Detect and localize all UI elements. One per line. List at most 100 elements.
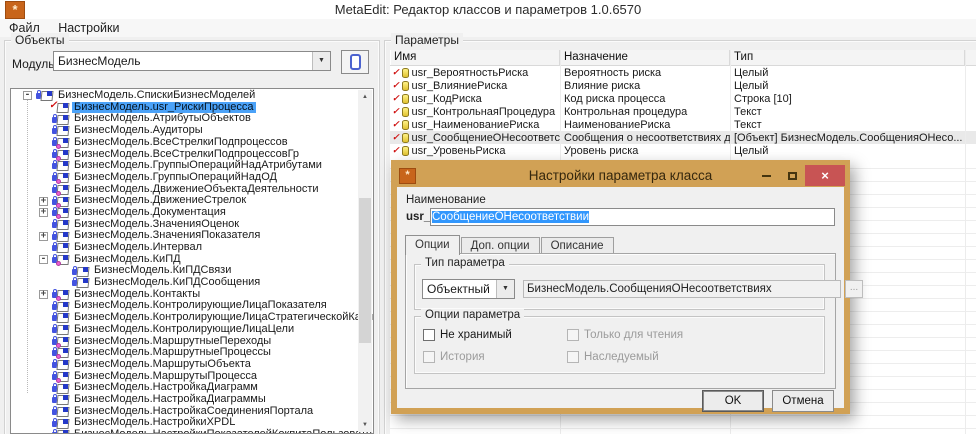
param-name: usr_УровеньРиска	[412, 145, 506, 157]
header-purpose[interactable]: Назначение	[560, 50, 730, 65]
tree-item[interactable]: ✓ БизнесМодель.МаршрутыОбъекта	[11, 359, 358, 371]
scrollbar-thumb[interactable]	[359, 198, 371, 343]
class-icon: ✓	[52, 231, 68, 242]
name-label: Наименование	[406, 194, 486, 206]
badge-icon	[63, 384, 68, 389]
tree-item[interactable]: ✓ БизнесМодель.КонтролирующиеЛицаЦели	[11, 324, 358, 336]
tree-expander-toggle[interactable]: -	[39, 255, 48, 264]
tree-expander-toggle[interactable]: +	[39, 208, 48, 217]
table-row[interactable]: ✓ usr_СообщениеОНесоответствии Сообщения…	[390, 131, 976, 144]
parameter-icon	[402, 120, 409, 130]
parameter-icon	[402, 68, 409, 78]
tab-extra-options[interactable]: Доп. опции	[461, 237, 540, 254]
tree-item-label: БизнесМодель.ГруппыОперацийНадАтрибутами	[72, 160, 324, 172]
tree-scrollbar[interactable]: ▲ ▼	[358, 90, 372, 432]
param-name: usr_СообщениеОНесоответствии	[412, 132, 560, 144]
tree-item-label: БизнесМодель.НастройкаДиаграммы	[72, 394, 268, 406]
tree-item-label: БизнесМодель.Документация	[72, 207, 228, 219]
class-icon: ✓	[52, 418, 68, 429]
table-row[interactable]: ✓ usr_КодРиска Код риска процесса Строка…	[390, 92, 976, 105]
tree-expander-toggle[interactable]: -	[23, 91, 32, 100]
tree-expander-toggle[interactable]: +	[39, 232, 48, 241]
tree-item-label: БизнесМодель.КонтролирующиеЛицаСтратегич…	[72, 312, 374, 324]
dropdown-arrow-icon[interactable]: ▼	[496, 280, 514, 298]
tab-options[interactable]: Опции	[405, 235, 460, 255]
header-type[interactable]: Тип	[730, 50, 965, 65]
badge-icon	[63, 185, 68, 190]
tree-item-label: БизнесМодель.ВсеСтрелкиПодпроцессов	[72, 137, 290, 149]
class-icon: ✓	[52, 184, 68, 195]
param-type: Строка [10]	[730, 93, 965, 105]
tree-item[interactable]: - ✓ БизнесМодель.СпискиБизнесМоделей	[11, 90, 358, 102]
badge-icon	[63, 197, 68, 202]
tree-expander-toggle[interactable]: +	[39, 290, 48, 299]
badge-icon	[47, 91, 52, 96]
tree-item[interactable]: ✓ БизнесМодель.ГруппыОперацийНадОД	[11, 172, 358, 184]
minimize-button[interactable]	[753, 165, 779, 186]
module-combobox[interactable]: БизнесМодель ▼	[53, 51, 331, 71]
tree-item[interactable]: ✓ БизнесМодель.КонтролирующиеЛицаСтратег…	[11, 312, 358, 324]
class-icon: ✓	[52, 160, 68, 171]
tree-item[interactable]: ✓ БизнесМодель.ВсеСтрелкиПодпроцессов	[11, 137, 358, 149]
class-icon: ✓	[52, 196, 68, 207]
param-purpose: Уровень риска	[560, 145, 730, 157]
tree-item-label: БизнесМодель.КонтролирующиеЛицаЦели	[72, 324, 296, 336]
tree-item[interactable]: + ✓ БизнесМодель.Документация	[11, 207, 358, 219]
table-row[interactable]: ✓ usr_КонтрольнаяПроцедура Контрольная п…	[390, 105, 976, 118]
class-icon: ✓	[72, 266, 88, 277]
tree-item-label: БизнесМодель.МаршрутыОбъекта	[72, 359, 253, 371]
tree-item[interactable]: ✓ БизнесМодель.Аудиторы	[11, 125, 358, 137]
tree-item[interactable]: ✓ БизнесМодель.НастройкиПоказателейКокпи…	[11, 429, 358, 434]
scroll-up-button[interactable]: ▲	[358, 90, 372, 104]
table-row[interactable]: ✓ usr_ВероятностьРиска Вероятность риска…	[390, 66, 976, 79]
checkbox-icon[interactable]	[423, 329, 435, 341]
badge-icon	[63, 115, 68, 120]
module-value: БизнесМодель	[54, 52, 312, 70]
badge-icon	[63, 161, 68, 166]
param-name: usr_КонтрольнаяПроцедура	[412, 106, 556, 118]
parameter-icon	[402, 146, 409, 156]
cancel-button[interactable]: Отмена	[772, 390, 834, 412]
dialog-tabs: Опции Доп. опции Описание	[405, 235, 836, 254]
module-list-button[interactable]	[341, 50, 369, 74]
badge-icon	[63, 126, 68, 131]
name-input-selected-text: СообщениеОНесоответствии	[432, 211, 589, 223]
tab-description[interactable]: Описание	[541, 237, 614, 254]
name-input[interactable]: СообщениеОНесоответствии	[430, 208, 835, 226]
window-titlebar: * MetaEdit: Редактор классов и параметро…	[0, 0, 976, 19]
scroll-down-button[interactable]: ▼	[358, 418, 372, 432]
checkbox-history: История	[423, 351, 485, 363]
class-icon: ✓	[52, 347, 68, 358]
dialog-titlebar[interactable]: * Настройки параметра класса ×	[396, 165, 845, 187]
type-reference-field: БизнесМодель.СообщенияОНесоответствиях	[523, 280, 841, 298]
header-name[interactable]: Имя	[390, 50, 560, 65]
checkbox-icon	[567, 329, 579, 341]
type-combobox[interactable]: Объектный ▼	[422, 279, 515, 299]
class-icon: ✓	[52, 429, 68, 434]
tree-expander-toggle[interactable]: +	[39, 197, 48, 206]
checkbox-not-stored[interactable]: Не хранимый	[423, 329, 512, 341]
check-icon: ✓	[49, 100, 57, 111]
tree-item[interactable]: ✓ БизнесМодель.Интервал	[11, 242, 358, 254]
modified-check-icon: ✓	[392, 93, 400, 104]
tree-item[interactable]: ✓ БизнесМодель.КиПДСообщения	[11, 277, 358, 289]
ok-button[interactable]: OK	[702, 390, 764, 412]
checkbox-label: Только для чтения	[584, 329, 683, 341]
checkbox-label: Не хранимый	[440, 329, 512, 341]
table-body: ✓ usr_ВероятностьРиска Вероятность риска…	[390, 66, 976, 157]
param-purpose: Контрольная процедура	[560, 106, 730, 118]
table-row[interactable]: ✓ usr_ВлияниеРиска Влияние риска Целый	[390, 79, 976, 92]
class-icon: ✓	[52, 324, 68, 335]
tree-item[interactable]: ✓ БизнесМодель.НастройкаДиаграммы	[11, 394, 358, 406]
table-row[interactable]: ✓ usr_НаименованиеРиска НаименованиеРиск…	[390, 118, 976, 131]
options-tab-page: Тип параметра Объектный ▼ БизнесМодель.С…	[405, 253, 836, 389]
class-icon: ✓	[52, 125, 68, 136]
close-button[interactable]: ×	[805, 165, 845, 186]
column-divider	[965, 50, 966, 434]
class-icon: ✓	[52, 114, 68, 125]
dropdown-arrow-icon[interactable]: ▼	[312, 52, 330, 70]
modified-check-icon: ✓	[392, 67, 400, 78]
maximize-button[interactable]	[779, 165, 805, 186]
parameter-icon	[402, 94, 409, 104]
dialog-body: Наименование usr_ СообщениеОНесоответств…	[397, 187, 844, 408]
